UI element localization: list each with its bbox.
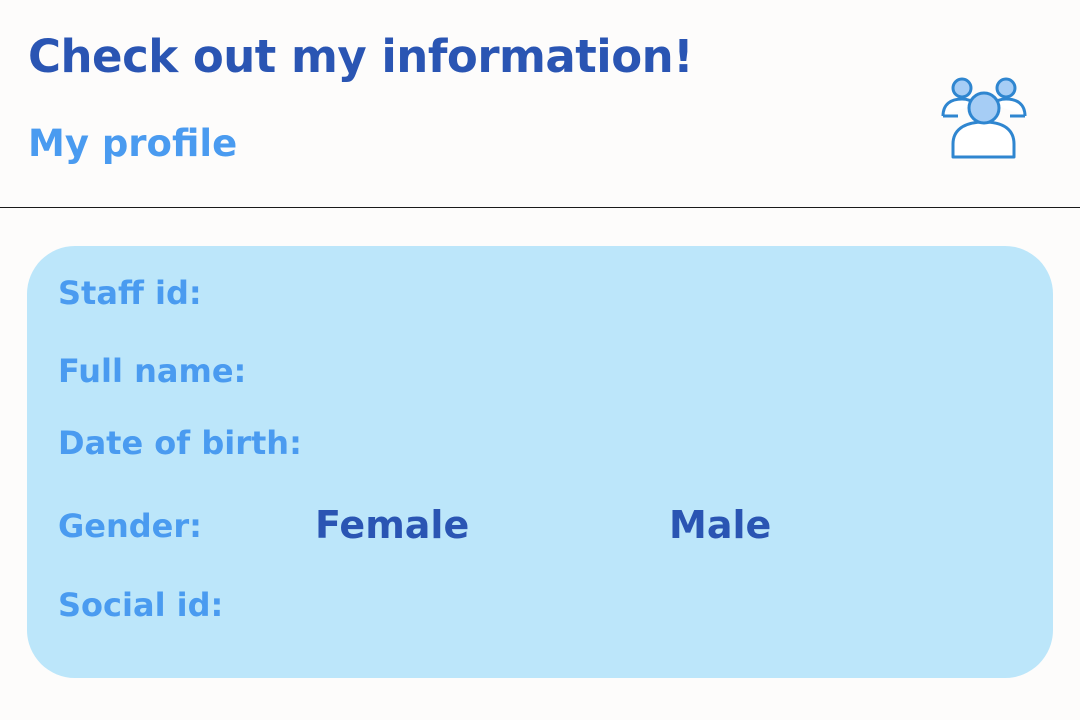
profile-card: Staff id: Full name: Date of birth: Gend… [27, 246, 1053, 678]
profile-header: Check out my information! My profile [0, 0, 1080, 208]
gender-label: Gender: [58, 507, 202, 545]
page-title: Check out my information! [28, 30, 694, 83]
social-id-label: Social id: [58, 586, 224, 624]
gender-option-female[interactable]: Female [315, 503, 469, 547]
users-group-icon[interactable] [938, 72, 1030, 164]
gender-option-male[interactable]: Male [669, 503, 771, 547]
staff-id-label: Staff id: [58, 274, 202, 312]
date-of-birth-label: Date of birth: [58, 424, 302, 462]
full-name-label: Full name: [58, 352, 247, 390]
page-subtitle: My profile [28, 122, 238, 165]
